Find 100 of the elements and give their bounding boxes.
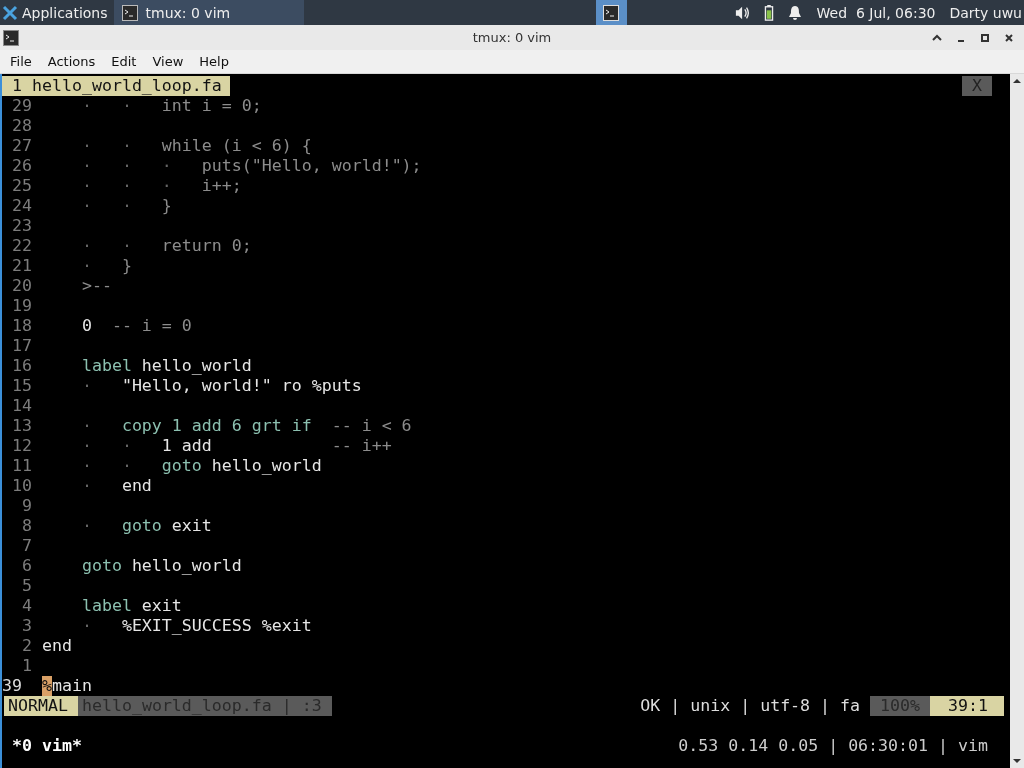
indent-guide: · <box>80 476 93 496</box>
text-cursor: % <box>41 676 52 696</box>
indent-guide: · <box>80 516 93 536</box>
code-text: return 0; <box>161 236 252 256</box>
code-text: end <box>41 636 72 656</box>
menu-item[interactable]: File <box>2 54 40 69</box>
line-number: 14 <box>11 396 32 416</box>
line-number: 24 <box>11 196 32 216</box>
code-text: puts("Hello, world!"); <box>201 156 422 176</box>
code-text: exit <box>141 596 182 616</box>
applications-menu[interactable]: Applications <box>0 0 114 25</box>
mode-indicator: NORMAL <box>4 696 78 716</box>
code-keyword: copy 1 add 6 grt if <box>121 416 313 436</box>
scroll-up-icon[interactable] <box>1012 76 1022 86</box>
code-keyword: goto <box>121 516 163 536</box>
code-keyword: label <box>80 356 133 376</box>
line-number: 22 <box>11 236 32 256</box>
line-number: 27 <box>11 136 32 156</box>
line-number: 23 <box>11 216 32 236</box>
line-number: 26 <box>11 156 32 176</box>
code-text: -- i++ <box>331 436 392 456</box>
code-text: "Hello, world!" ro %puts <box>121 376 362 396</box>
line-number: 4 <box>20 596 32 616</box>
terminal-icon <box>603 4 620 21</box>
line-number: 28 <box>11 116 32 136</box>
indent-guide: · · <box>80 196 133 216</box>
cursor-position: 39:1 <box>930 696 1004 716</box>
indent-guide: · · · <box>80 176 173 196</box>
code-text: >-- <box>80 276 112 296</box>
line-number: 13 <box>11 416 32 436</box>
line-number: 39 <box>2 676 23 696</box>
indent-guide: · · <box>80 456 133 476</box>
code-text: 0 <box>80 316 93 336</box>
menu-item[interactable]: View <box>144 54 192 69</box>
roll-up-icon[interactable] <box>932 32 942 43</box>
bell-icon[interactable] <box>786 4 803 21</box>
clock[interactable]: Wed 6 Jul, 06:30 <box>816 4 936 21</box>
menu-item[interactable]: Help <box>191 54 237 69</box>
line-number: 1 <box>20 656 32 676</box>
code-text: %EXIT_SUCCESS %exit <box>121 616 312 636</box>
menu-item[interactable]: Actions <box>39 54 104 69</box>
tmux-window: *0 vim* <box>2 736 82 756</box>
line-number: 9 <box>20 496 32 516</box>
code-text: hello_world <box>131 556 242 576</box>
user-name[interactable]: Darty uwu <box>949 4 1022 21</box>
code-keyword: goto <box>161 456 203 476</box>
indent-guide: · · <box>80 236 133 256</box>
menu-item[interactable]: Edit <box>103 54 145 69</box>
workspace-button[interactable] <box>595 0 627 25</box>
line-number: 18 <box>11 316 32 336</box>
file-info: OK | unix | utf-8 | fa <box>640 696 862 716</box>
close-icon[interactable] <box>1004 32 1014 43</box>
line-number: 19 <box>11 296 32 316</box>
line-number: 20 <box>11 276 32 296</box>
line-number: 8 <box>20 516 32 536</box>
line-number: 15 <box>11 376 32 396</box>
indent-guide: · · <box>80 136 133 156</box>
scroll-down-icon[interactable] <box>1012 756 1022 766</box>
taskbar-button[interactable]: tmux: 0 vim <box>113 0 304 25</box>
indent-guide: · <box>80 376 93 396</box>
tmux-status: 0.53 0.14 0.05 | 06:30:01 | vim <box>678 736 989 756</box>
code-text: i++; <box>201 176 242 196</box>
maximize-icon[interactable] <box>980 32 990 43</box>
scrollbar[interactable] <box>1010 74 1024 768</box>
line-number: 21 <box>11 256 32 276</box>
x-logo-icon <box>2 4 18 21</box>
code-text: int i = 0; <box>161 96 262 116</box>
line-number: 6 <box>20 556 32 576</box>
line-number: 7 <box>20 536 32 556</box>
line-number: 25 <box>11 176 32 196</box>
line-number: 29 <box>11 96 32 116</box>
code-text: 1 add <box>161 436 213 456</box>
terminal-icon <box>121 4 138 21</box>
buffer-tab[interactable]: 1 hello_world_loop.fa <box>2 76 230 96</box>
line-number: 12 <box>11 436 32 456</box>
indent-guide: · · <box>80 436 133 456</box>
code-text: } <box>121 256 132 276</box>
line-number: 2 <box>20 636 32 656</box>
line-number: 17 <box>11 336 32 356</box>
code-keyword: label <box>80 596 133 616</box>
line-number: 16 <box>11 356 32 376</box>
code-text: -- i < 6 <box>331 416 412 436</box>
indent-guide: · <box>80 616 93 636</box>
indent-guide: · <box>80 416 93 436</box>
speaker-icon[interactable] <box>734 4 751 21</box>
code-text: exit <box>171 516 212 536</box>
line-number: 3 <box>20 616 32 636</box>
code-text: while (i < 6) { <box>161 136 312 156</box>
indent-guide: · · <box>80 96 133 116</box>
code-text: hello_world <box>211 456 322 476</box>
terminal-icon <box>3 29 19 46</box>
code-keyword: goto <box>80 556 123 576</box>
code-text: } <box>161 196 172 216</box>
code-text: -- i = 0 <box>111 316 192 336</box>
indent-guide: · <box>80 256 93 276</box>
code-text: end <box>121 476 152 496</box>
line-number: 11 <box>11 456 32 476</box>
line-number: 5 <box>20 576 32 596</box>
code-text: hello_world <box>141 356 252 376</box>
line-number: 10 <box>11 476 32 496</box>
